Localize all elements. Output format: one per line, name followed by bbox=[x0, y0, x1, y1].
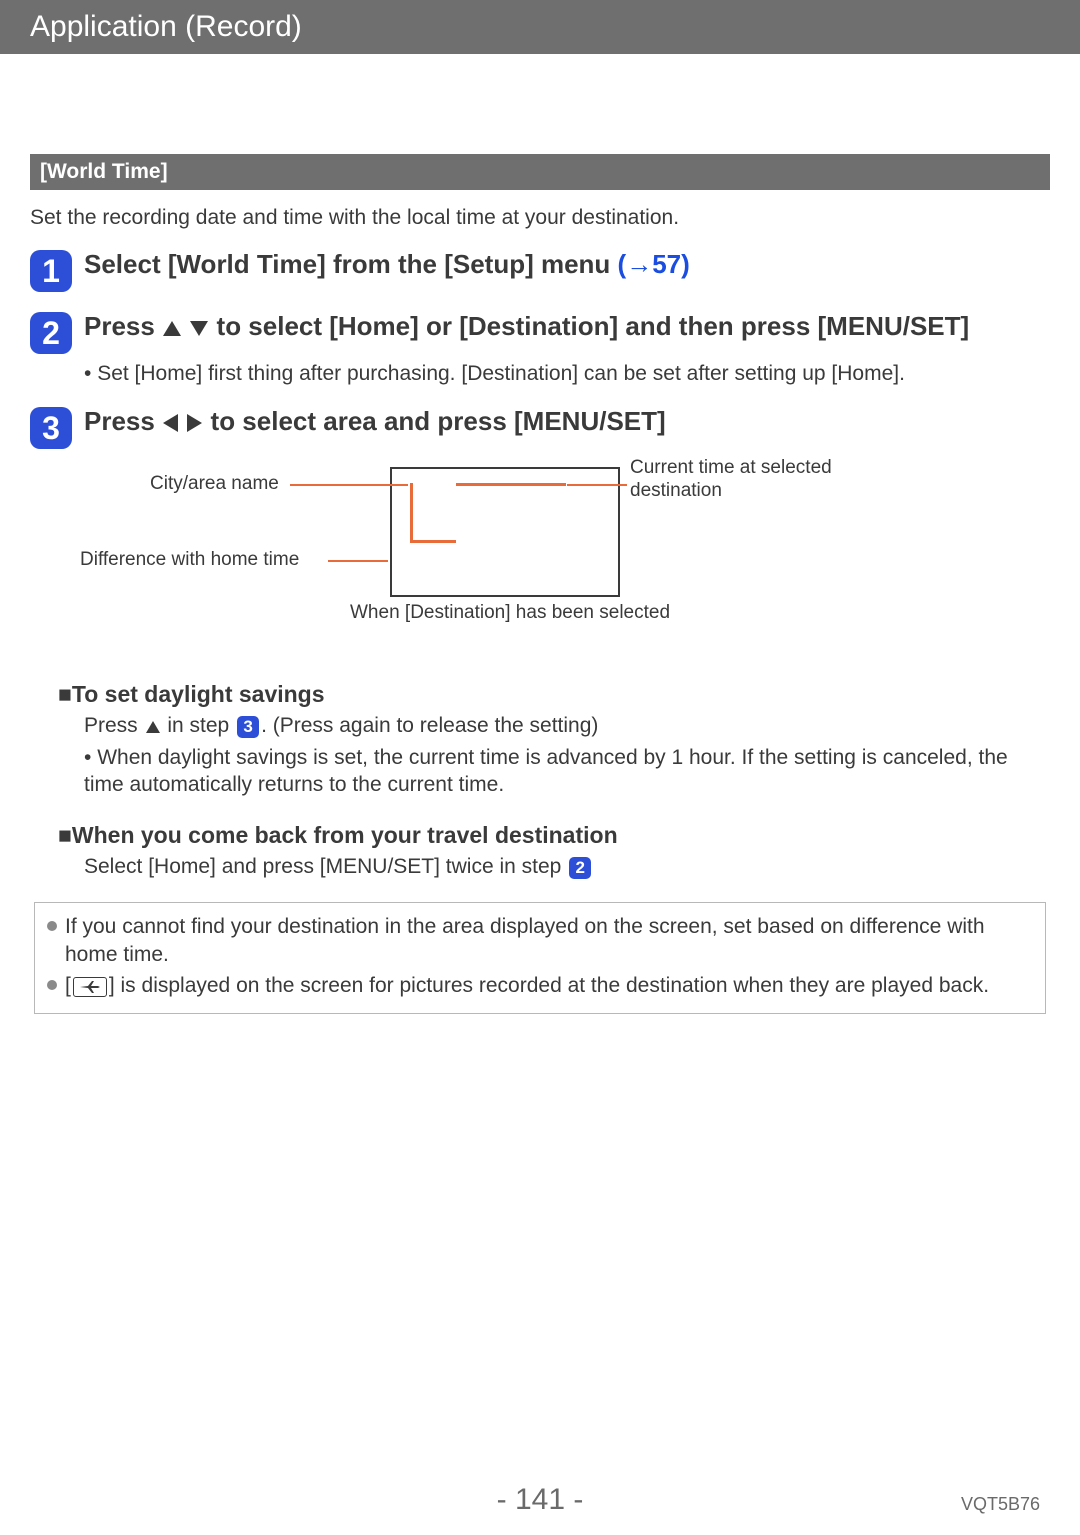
diagram-label-city: City/area name bbox=[150, 473, 279, 495]
daylight-line-c: . (Press again to release the setting) bbox=[261, 714, 598, 737]
step-3-text-b: to select area and press [MENU/SET] bbox=[203, 406, 665, 436]
step-2-body: Set [Home] first thing after purchasing.… bbox=[84, 360, 1050, 387]
page-header-title: Application (Record) bbox=[30, 10, 302, 43]
airplane-icon bbox=[73, 977, 107, 997]
step-3-title: Press to select area and press [MENU/SET… bbox=[84, 407, 666, 437]
diagram-label-time: Current time at selected destination bbox=[630, 457, 860, 503]
notes-box: If you cannot find your destination in t… bbox=[34, 902, 1046, 1014]
arrow-down-icon bbox=[190, 321, 208, 336]
comeback-heading: ■When you come back from your travel des… bbox=[58, 822, 1050, 849]
note-2-a: [ bbox=[65, 974, 71, 997]
arrow-up-small-icon bbox=[146, 721, 160, 733]
step-2-title: Press to select [Home] or [Destination] … bbox=[84, 312, 969, 342]
page-number: - 141 - bbox=[0, 1483, 1080, 1517]
arrow-right-icon bbox=[187, 414, 202, 432]
section-subtitle-bar: [World Time] bbox=[30, 154, 1050, 190]
step-1-link[interactable]: (→57) bbox=[618, 249, 690, 279]
step-2-bullet: Set [Home] first thing after purchasing.… bbox=[84, 362, 905, 385]
daylight-body: Press in step 3. (Press again to release… bbox=[84, 712, 1050, 798]
step-2-text-a: Press bbox=[84, 311, 162, 341]
note-2-text: [ ] is displayed on the screen for pictur… bbox=[65, 972, 989, 999]
step-2-text-b: to select [Home] or [Destination] and th… bbox=[209, 311, 969, 341]
arrow-up-icon bbox=[163, 321, 181, 336]
step-1-text: Select [World Time] from the [Setup] men… bbox=[84, 249, 618, 279]
note-1-text: If you cannot find your destination in t… bbox=[65, 913, 1033, 968]
daylight-bullet: When daylight savings is set, the curren… bbox=[84, 746, 1008, 796]
note-2-b: ] is displayed on the screen for picture… bbox=[109, 974, 989, 997]
document-code: VQT5B76 bbox=[961, 1494, 1040, 1515]
diagram-caption: When [Destination] has been selected bbox=[350, 602, 670, 624]
step-2: 2 Press to select [Home] or [Destination… bbox=[30, 312, 1050, 354]
bullet-icon bbox=[47, 921, 57, 931]
diagram-connector-city bbox=[290, 484, 408, 486]
step-badge-2: 2 bbox=[30, 312, 72, 354]
diagram-connector-time bbox=[567, 484, 627, 486]
page-header: Application (Record) bbox=[0, 0, 1080, 54]
daylight-heading: ■To set daylight savings bbox=[58, 681, 1050, 708]
daylight-line-b: in step bbox=[162, 714, 236, 737]
arrow-left-icon bbox=[163, 414, 178, 432]
diagram-inner-line bbox=[410, 483, 456, 543]
bullet-icon bbox=[47, 980, 57, 990]
section-intro: Set the recording date and time with the… bbox=[30, 206, 1050, 230]
diagram-connector-diff bbox=[328, 560, 388, 562]
inline-badge-3: 3 bbox=[237, 716, 259, 738]
note-1: If you cannot find your destination in t… bbox=[47, 913, 1033, 968]
section-subtitle: [World Time] bbox=[40, 160, 168, 183]
note-2: [ ] is displayed on the screen for pictur… bbox=[47, 972, 1033, 999]
step-badge-1: 1 bbox=[30, 250, 72, 292]
step-1: 1 Select [World Time] from the [Setup] m… bbox=[30, 250, 1050, 292]
diagram: City/area name Difference with home time… bbox=[110, 457, 930, 657]
step-1-title: Select [World Time] from the [Setup] men… bbox=[84, 250, 690, 280]
comeback-body: Select [Home] and press [MENU/SET] twice… bbox=[84, 853, 1050, 880]
diagram-inner-top-line bbox=[456, 483, 566, 486]
comeback-line-a: Select [Home] and press [MENU/SET] twice… bbox=[84, 855, 567, 878]
step-3-text-a: Press bbox=[84, 406, 162, 436]
step-3: 3 Press to select area and press [MENU/S… bbox=[30, 407, 1050, 449]
inline-badge-2: 2 bbox=[569, 857, 591, 879]
daylight-line-a: Press bbox=[84, 714, 144, 737]
diagram-label-diff: Difference with home time bbox=[80, 549, 299, 571]
step-badge-3: 3 bbox=[30, 407, 72, 449]
